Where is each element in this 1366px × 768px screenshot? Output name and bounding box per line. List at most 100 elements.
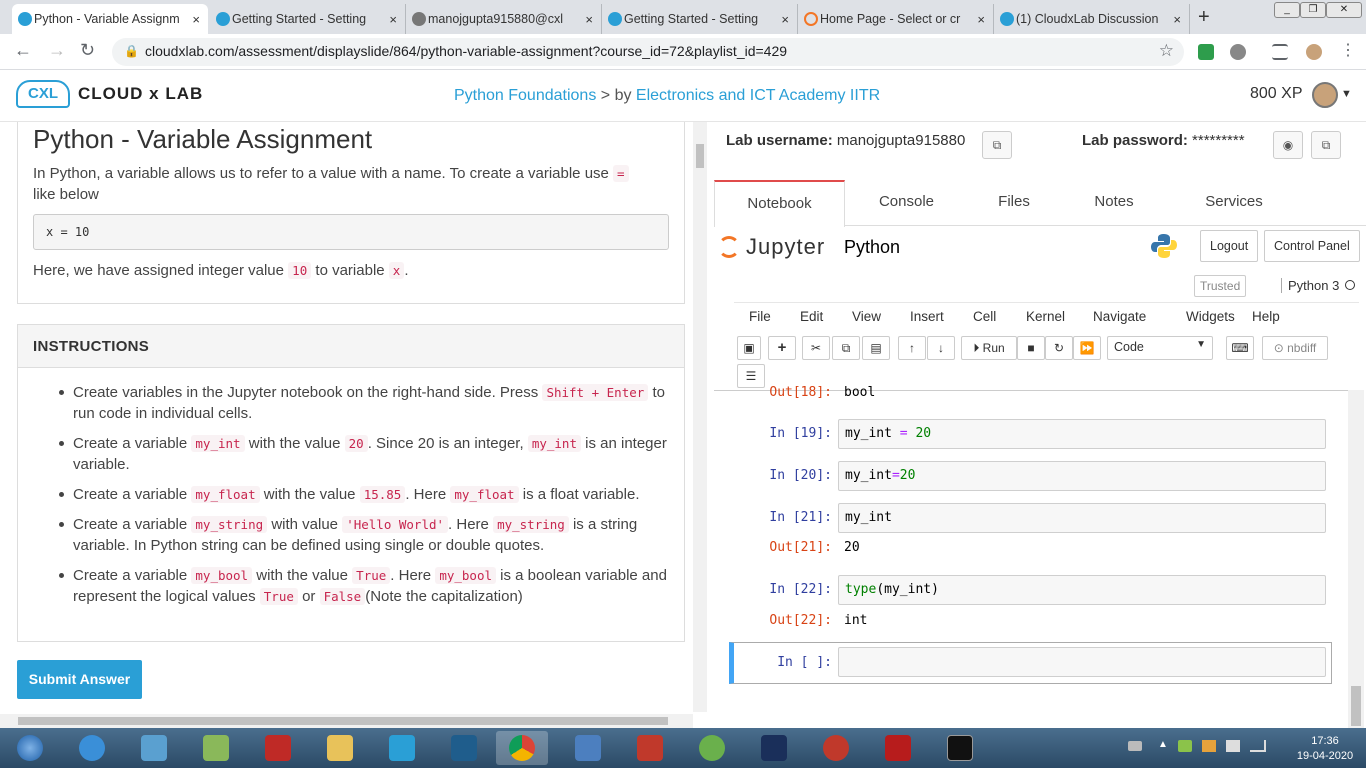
- address-bar[interactable]: 🔒 cloudxlab.com/assessment/displayslide/…: [112, 38, 1184, 66]
- stop-icon[interactable]: ■: [1017, 336, 1045, 360]
- keyboard-icon[interactable]: ⌨: [1226, 336, 1254, 360]
- user-menu-caret-icon[interactable]: ▼: [1341, 88, 1352, 100]
- code-cell-input[interactable]: my_int: [838, 503, 1326, 533]
- scrollbar-thumb[interactable]: [18, 717, 668, 725]
- control-panel-button[interactable]: Control Panel: [1264, 230, 1360, 262]
- code-cell-input[interactable]: my_int = 20: [838, 419, 1326, 449]
- browser-tab-getting-started-2[interactable]: Getting Started - Setting ×: [602, 4, 798, 34]
- menu-file[interactable]: File: [749, 309, 771, 324]
- keyboard-tray-icon[interactable]: [1128, 741, 1142, 751]
- browser-menu-icon[interactable]: ⋮: [1340, 40, 1356, 60]
- taskbar-app-2[interactable]: [748, 731, 800, 765]
- tab-close-icon[interactable]: ×: [977, 12, 985, 27]
- tab-notebook[interactable]: Notebook: [714, 180, 845, 227]
- taskbar-media[interactable]: [128, 731, 180, 765]
- menu-widgets[interactable]: Widgets: [1186, 309, 1235, 324]
- copy-password-icon[interactable]: ⧉: [1311, 131, 1341, 159]
- taskbar-explorer[interactable]: [314, 731, 366, 765]
- cloudxlab-logo[interactable]: CXL CLOUD x LAB: [16, 80, 203, 108]
- copy-username-icon[interactable]: ⧉: [982, 131, 1012, 159]
- browser-tab-discussion[interactable]: (1) CloudxLab Discussion ×: [994, 4, 1190, 34]
- taskbar-spring[interactable]: [686, 731, 738, 765]
- show-hidden-icons[interactable]: ▲: [1158, 739, 1168, 750]
- lesson-horizontal-scrollbar[interactable]: [0, 714, 693, 728]
- taskbar-app[interactable]: [376, 731, 428, 765]
- profile-avatar[interactable]: [1306, 44, 1322, 60]
- taskbar-network[interactable]: [562, 731, 614, 765]
- taskbar-filezilla[interactable]: [252, 731, 304, 765]
- menu-edit[interactable]: Edit: [800, 309, 823, 324]
- taskbar-ie[interactable]: [66, 731, 118, 765]
- taskbar-firewall[interactable]: [624, 731, 676, 765]
- browser-tab-home-page[interactable]: Home Page - Select or cr ×: [798, 4, 994, 34]
- tab-console[interactable]: Console: [854, 180, 959, 226]
- new-tab-button[interactable]: +: [1198, 6, 1210, 29]
- show-password-eye-icon[interactable]: ◉: [1273, 131, 1303, 159]
- menu-help[interactable]: Help: [1252, 309, 1280, 324]
- add-cell-icon[interactable]: +: [768, 336, 796, 360]
- network-tray-icon[interactable]: [1226, 740, 1240, 752]
- logout-button[interactable]: Logout: [1200, 230, 1259, 262]
- tab-close-icon[interactable]: ×: [585, 12, 593, 27]
- notebook-name[interactable]: Python: [844, 237, 900, 258]
- menu-view[interactable]: View: [852, 309, 881, 324]
- cell-type-select[interactable]: Code ▼: [1107, 336, 1213, 360]
- tab-notes[interactable]: Notes: [1069, 180, 1159, 226]
- menu-insert[interactable]: Insert: [910, 309, 944, 324]
- restart-kernel-icon[interactable]: ↻: [1045, 336, 1073, 360]
- word-tray-icon[interactable]: [1202, 740, 1216, 752]
- copy-icon[interactable]: ⧉: [832, 336, 860, 360]
- jupyter-logo[interactable]: Jupyter: [718, 234, 825, 260]
- signal-tray-icon[interactable]: [1250, 740, 1266, 752]
- restore-icon[interactable]: ❐: [1300, 2, 1326, 18]
- menu-kernel[interactable]: Kernel: [1026, 309, 1065, 324]
- lesson-vertical-scrollbar[interactable]: [693, 122, 707, 712]
- media-control-icon[interactable]: [1272, 44, 1288, 60]
- window-close-icon[interactable]: ✕: [1326, 2, 1362, 18]
- tab-close-icon[interactable]: ×: [1173, 12, 1181, 27]
- user-avatar[interactable]: [1312, 82, 1338, 108]
- extension-circle-icon[interactable]: [1230, 44, 1246, 60]
- taskbar-notepad[interactable]: [190, 731, 242, 765]
- notebook-scrollbar[interactable]: [1348, 390, 1364, 728]
- browser-tab-python-variable[interactable]: Python - Variable Assignm ×: [12, 4, 208, 34]
- submit-answer-button[interactable]: Submit Answer: [17, 660, 142, 699]
- start-button[interactable]: [4, 731, 56, 765]
- forward-arrow-icon[interactable]: →: [48, 40, 66, 61]
- scrollbar-thumb[interactable]: [696, 144, 704, 168]
- tray-app-icon[interactable]: [1178, 740, 1192, 752]
- taskbar-virtualbox[interactable]: [438, 731, 490, 765]
- minimize-icon[interactable]: _: [1274, 2, 1300, 18]
- restart-run-all-icon[interactable]: ⏩: [1073, 336, 1101, 360]
- nbdiff-button[interactable]: ⊙ nbdiff: [1262, 336, 1328, 360]
- save-icon[interactable]: ▣: [737, 336, 761, 360]
- code-cell-input[interactable]: type(my_int): [838, 575, 1326, 605]
- trusted-badge[interactable]: Trusted: [1194, 275, 1247, 297]
- run-button[interactable]: ⏵ Run: [961, 336, 1017, 360]
- move-up-icon[interactable]: ↑: [898, 336, 926, 360]
- taskbar-acrobat[interactable]: [872, 731, 924, 765]
- bookmark-star-icon[interactable]: ☆: [1159, 41, 1174, 61]
- academy-link[interactable]: Electronics and ICT Academy IITR: [636, 87, 880, 104]
- menu-navigate[interactable]: Navigate: [1093, 309, 1146, 324]
- course-link[interactable]: Python Foundations: [454, 87, 596, 104]
- system-clock[interactable]: 17:36 19-04-2020: [1288, 734, 1362, 764]
- taskbar-app-3[interactable]: [810, 731, 862, 765]
- browser-tab-manojgupta[interactable]: manojgupta915880@cxl ×: [406, 4, 602, 34]
- cut-icon[interactable]: ✂: [802, 336, 830, 360]
- code-cell-input[interactable]: my_int=20: [838, 461, 1326, 491]
- browser-tab-getting-started[interactable]: Getting Started - Setting ×: [210, 4, 406, 34]
- empty-code-cell-input[interactable]: [838, 647, 1326, 677]
- tab-files[interactable]: Files: [969, 180, 1059, 226]
- menu-cell[interactable]: Cell: [973, 309, 996, 324]
- tab-close-icon[interactable]: ×: [389, 12, 397, 27]
- scrollbar-thumb[interactable]: [1351, 686, 1361, 726]
- reload-icon[interactable]: ↻: [80, 40, 95, 61]
- taskbar-cmd[interactable]: [934, 731, 986, 765]
- taskbar-chrome[interactable]: [496, 731, 548, 765]
- tab-close-icon[interactable]: ×: [781, 12, 789, 27]
- move-down-icon[interactable]: ↓: [927, 336, 955, 360]
- extension-sheets-icon[interactable]: [1198, 44, 1214, 60]
- paste-icon[interactable]: ▤: [862, 336, 890, 360]
- tab-close-icon[interactable]: ×: [192, 12, 200, 27]
